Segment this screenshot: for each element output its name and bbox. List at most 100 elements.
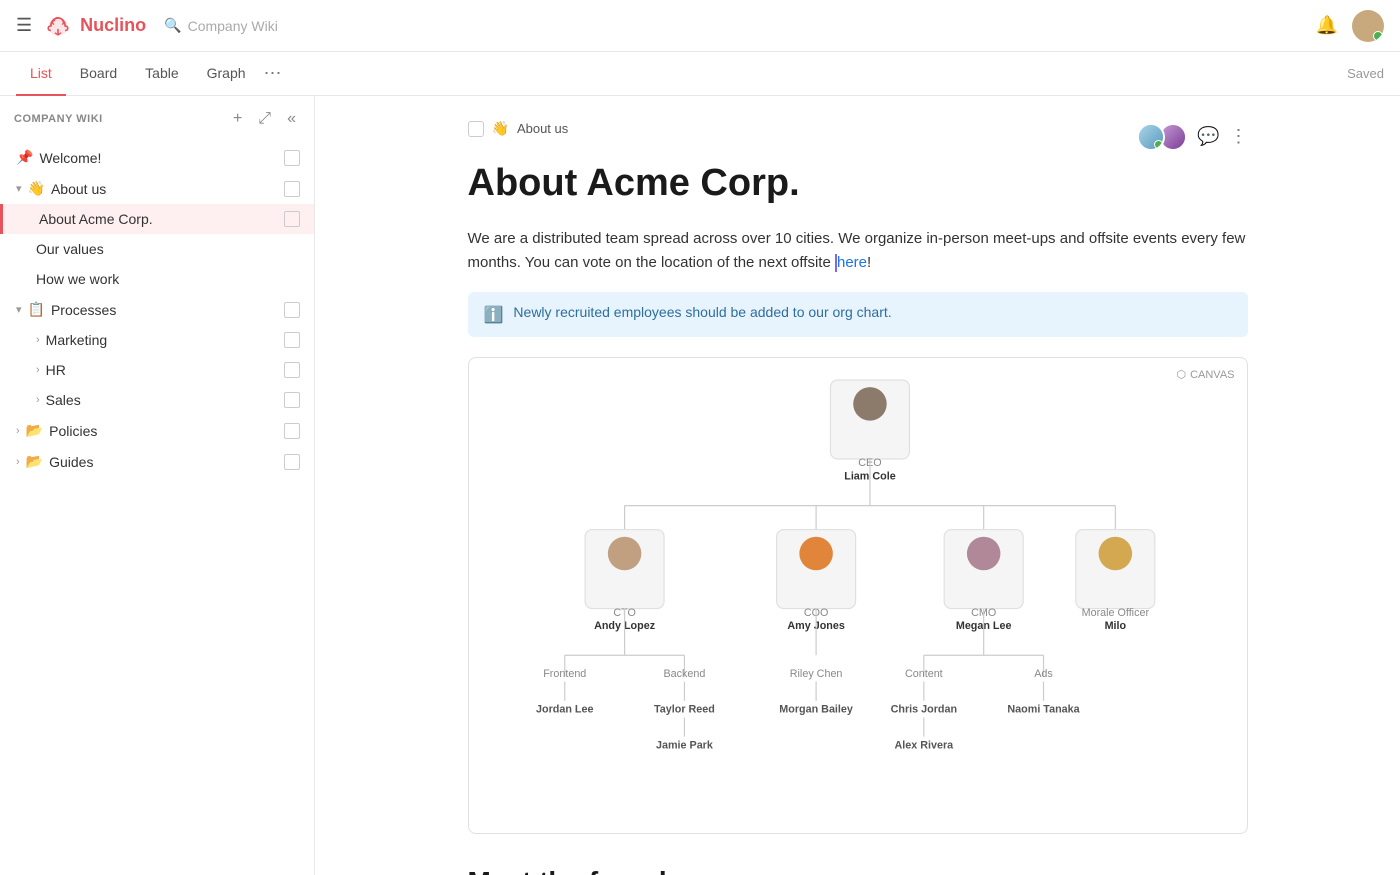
comment-icon[interactable]: 💬 [1197, 126, 1219, 147]
sidebar-item-marketing[interactable]: › Marketing [0, 325, 314, 355]
svg-text:Milo: Milo [1104, 620, 1126, 632]
svg-text:Content: Content [904, 668, 942, 680]
content-area: 👋 About us 💬 ⋮ [315, 96, 1400, 875]
svg-text:Jordan Lee: Jordan Lee [536, 704, 593, 716]
brain-icon [42, 10, 74, 42]
breadcrumb: 👋 About us [468, 120, 569, 137]
search-icon: 🔍 [164, 17, 181, 34]
item-checkbox [284, 362, 300, 378]
info-text: Newly recruited employees should be adde… [513, 304, 891, 320]
chevron-down-icon: ▾ [16, 182, 22, 195]
tabbar: List Board Table Graph ⋯ Saved [0, 52, 1400, 96]
collapse-sidebar-button[interactable]: « [283, 108, 300, 130]
canvas-label: ⬡ CANVAS [1176, 368, 1234, 381]
sidebar-item-label: Sales [46, 392, 278, 408]
sidebar-item-label: Our values [36, 241, 300, 257]
svg-text:Morale Officer: Morale Officer [1081, 607, 1149, 619]
sidebar-item-label: About Acme Corp. [39, 211, 278, 227]
sidebar-item-welcome[interactable]: 📌 Welcome! [0, 142, 314, 173]
sidebar-item-our-values[interactable]: Our values [0, 234, 314, 264]
item-checkbox [284, 423, 300, 439]
bell-icon[interactable]: 🔔 [1316, 15, 1338, 36]
chevron-right-icon: › [36, 364, 40, 376]
topbar-right: 🔔 [1316, 10, 1384, 42]
chevron-right-icon: › [36, 334, 40, 346]
tab-list[interactable]: List [16, 52, 66, 96]
chevron-right-icon: › [36, 394, 40, 406]
sidebar-item-about-us[interactable]: ▾ 👋 About us [0, 173, 314, 204]
user-avatar[interactable] [1352, 10, 1384, 42]
sidebar-section-title: COMPANY WIKI [14, 113, 221, 125]
svg-text:Taylor Reed: Taylor Reed [654, 704, 715, 716]
topbar-left: ☰ Nuclino 🔍 Company Wiki [16, 10, 278, 42]
svg-text:Morgan Bailey: Morgan Bailey [779, 704, 853, 716]
sidebar-item-sales[interactable]: › Sales [0, 385, 314, 415]
main-layout: COMPANY WIKI + ⤢ « 📌 Welcome! ▾ 👋 About … [0, 96, 1400, 875]
sidebar-item-label: Marketing [46, 332, 278, 348]
item-checkbox [284, 181, 300, 197]
page-title: About Acme Corp. [468, 161, 1248, 207]
content-actions: 💬 ⋮ [1137, 123, 1247, 151]
saved-label: Saved [1347, 66, 1384, 81]
search-text: Company Wiki [188, 18, 278, 34]
breadcrumb-emoji: 👋 [492, 120, 509, 137]
svg-text:Riley Chen: Riley Chen [789, 668, 842, 680]
add-item-button[interactable]: + [229, 108, 246, 130]
hamburger-icon[interactable]: ☰ [16, 15, 32, 36]
chevron-right-icon: › [16, 425, 20, 437]
sidebar-item-hr[interactable]: › HR [0, 355, 314, 385]
folder-icon: 📂 [26, 422, 43, 439]
item-checkbox [284, 211, 300, 227]
topbar: ☰ Nuclino 🔍 Company Wiki 🔔 [0, 0, 1400, 52]
item-checkbox [284, 454, 300, 470]
sidebar-item-label: Guides [49, 454, 278, 470]
pin-icon: 📌 [16, 149, 33, 166]
sidebar-item-processes[interactable]: ▾ 📋 Processes [0, 294, 314, 325]
more-options-icon[interactable]: ⋮ [1230, 126, 1248, 147]
sidebar: COMPANY WIKI + ⤢ « 📌 Welcome! ▾ 👋 About … [0, 96, 315, 875]
sidebar-item-label: HR [46, 362, 278, 378]
breadcrumb-text: About us [517, 121, 568, 136]
svg-text:Chris Jordan: Chris Jordan [890, 704, 956, 716]
logo: Nuclino [42, 10, 146, 42]
content-top-bar: 👋 About us 💬 ⋮ [468, 120, 1248, 153]
sidebar-item-guides[interactable]: › 📂 Guides [0, 446, 314, 477]
page-body-text: We are a distributed team spread across … [468, 227, 1248, 277]
canvas-container[interactable]: ⬡ CANVAS CEO Liam Cole [468, 357, 1248, 834]
content-inner: 👋 About us 💬 ⋮ [428, 96, 1288, 875]
tab-more-icon[interactable]: ⋯ [264, 63, 282, 84]
meet-founder-heading: Meet the founder [468, 866, 1248, 875]
svg-text:Alex Rivera: Alex Rivera [894, 740, 954, 752]
sidebar-item-about-acme[interactable]: About Acme Corp. [0, 204, 314, 234]
sidebar-actions: + ⤢ « [229, 108, 300, 130]
item-checkbox [284, 302, 300, 318]
org-chart-svg: CEO Liam Cole [469, 358, 1247, 833]
sidebar-header: COMPANY WIKI + ⤢ « [0, 96, 314, 142]
app-name: Nuclino [80, 15, 146, 36]
here-link[interactable]: here [837, 254, 867, 271]
folder-icon: 📂 [26, 453, 43, 470]
svg-text:Ads: Ads [1034, 668, 1053, 680]
tab-graph[interactable]: Graph [193, 52, 260, 96]
chevron-right-icon: › [16, 456, 20, 468]
expand-button[interactable]: ⤢ [254, 108, 275, 130]
canvas-icon: ⬡ [1176, 368, 1186, 381]
item-checkbox [284, 392, 300, 408]
info-box: ℹ️ Newly recruited employees should be a… [468, 292, 1248, 337]
search-bar[interactable]: 🔍 Company Wiki [164, 17, 278, 34]
collaborator-avatars [1137, 123, 1187, 151]
tab-table[interactable]: Table [131, 52, 192, 96]
breadcrumb-checkbox [468, 121, 484, 137]
chevron-down-icon: ▾ [16, 303, 22, 316]
sidebar-item-label: How we work [36, 271, 300, 287]
svg-text:Frontend: Frontend [543, 668, 586, 680]
clipboard-icon: 📋 [28, 301, 45, 318]
sidebar-item-label: Policies [49, 423, 278, 439]
tab-board[interactable]: Board [66, 52, 131, 96]
wave-icon: 👋 [28, 180, 45, 197]
sidebar-item-policies[interactable]: › 📂 Policies [0, 415, 314, 446]
sidebar-item-label: About us [51, 181, 278, 197]
sidebar-item-how-we-work[interactable]: How we work [0, 264, 314, 294]
svg-text:Naomi Tanaka: Naomi Tanaka [1007, 704, 1080, 716]
svg-text:Backend: Backend [663, 668, 705, 680]
